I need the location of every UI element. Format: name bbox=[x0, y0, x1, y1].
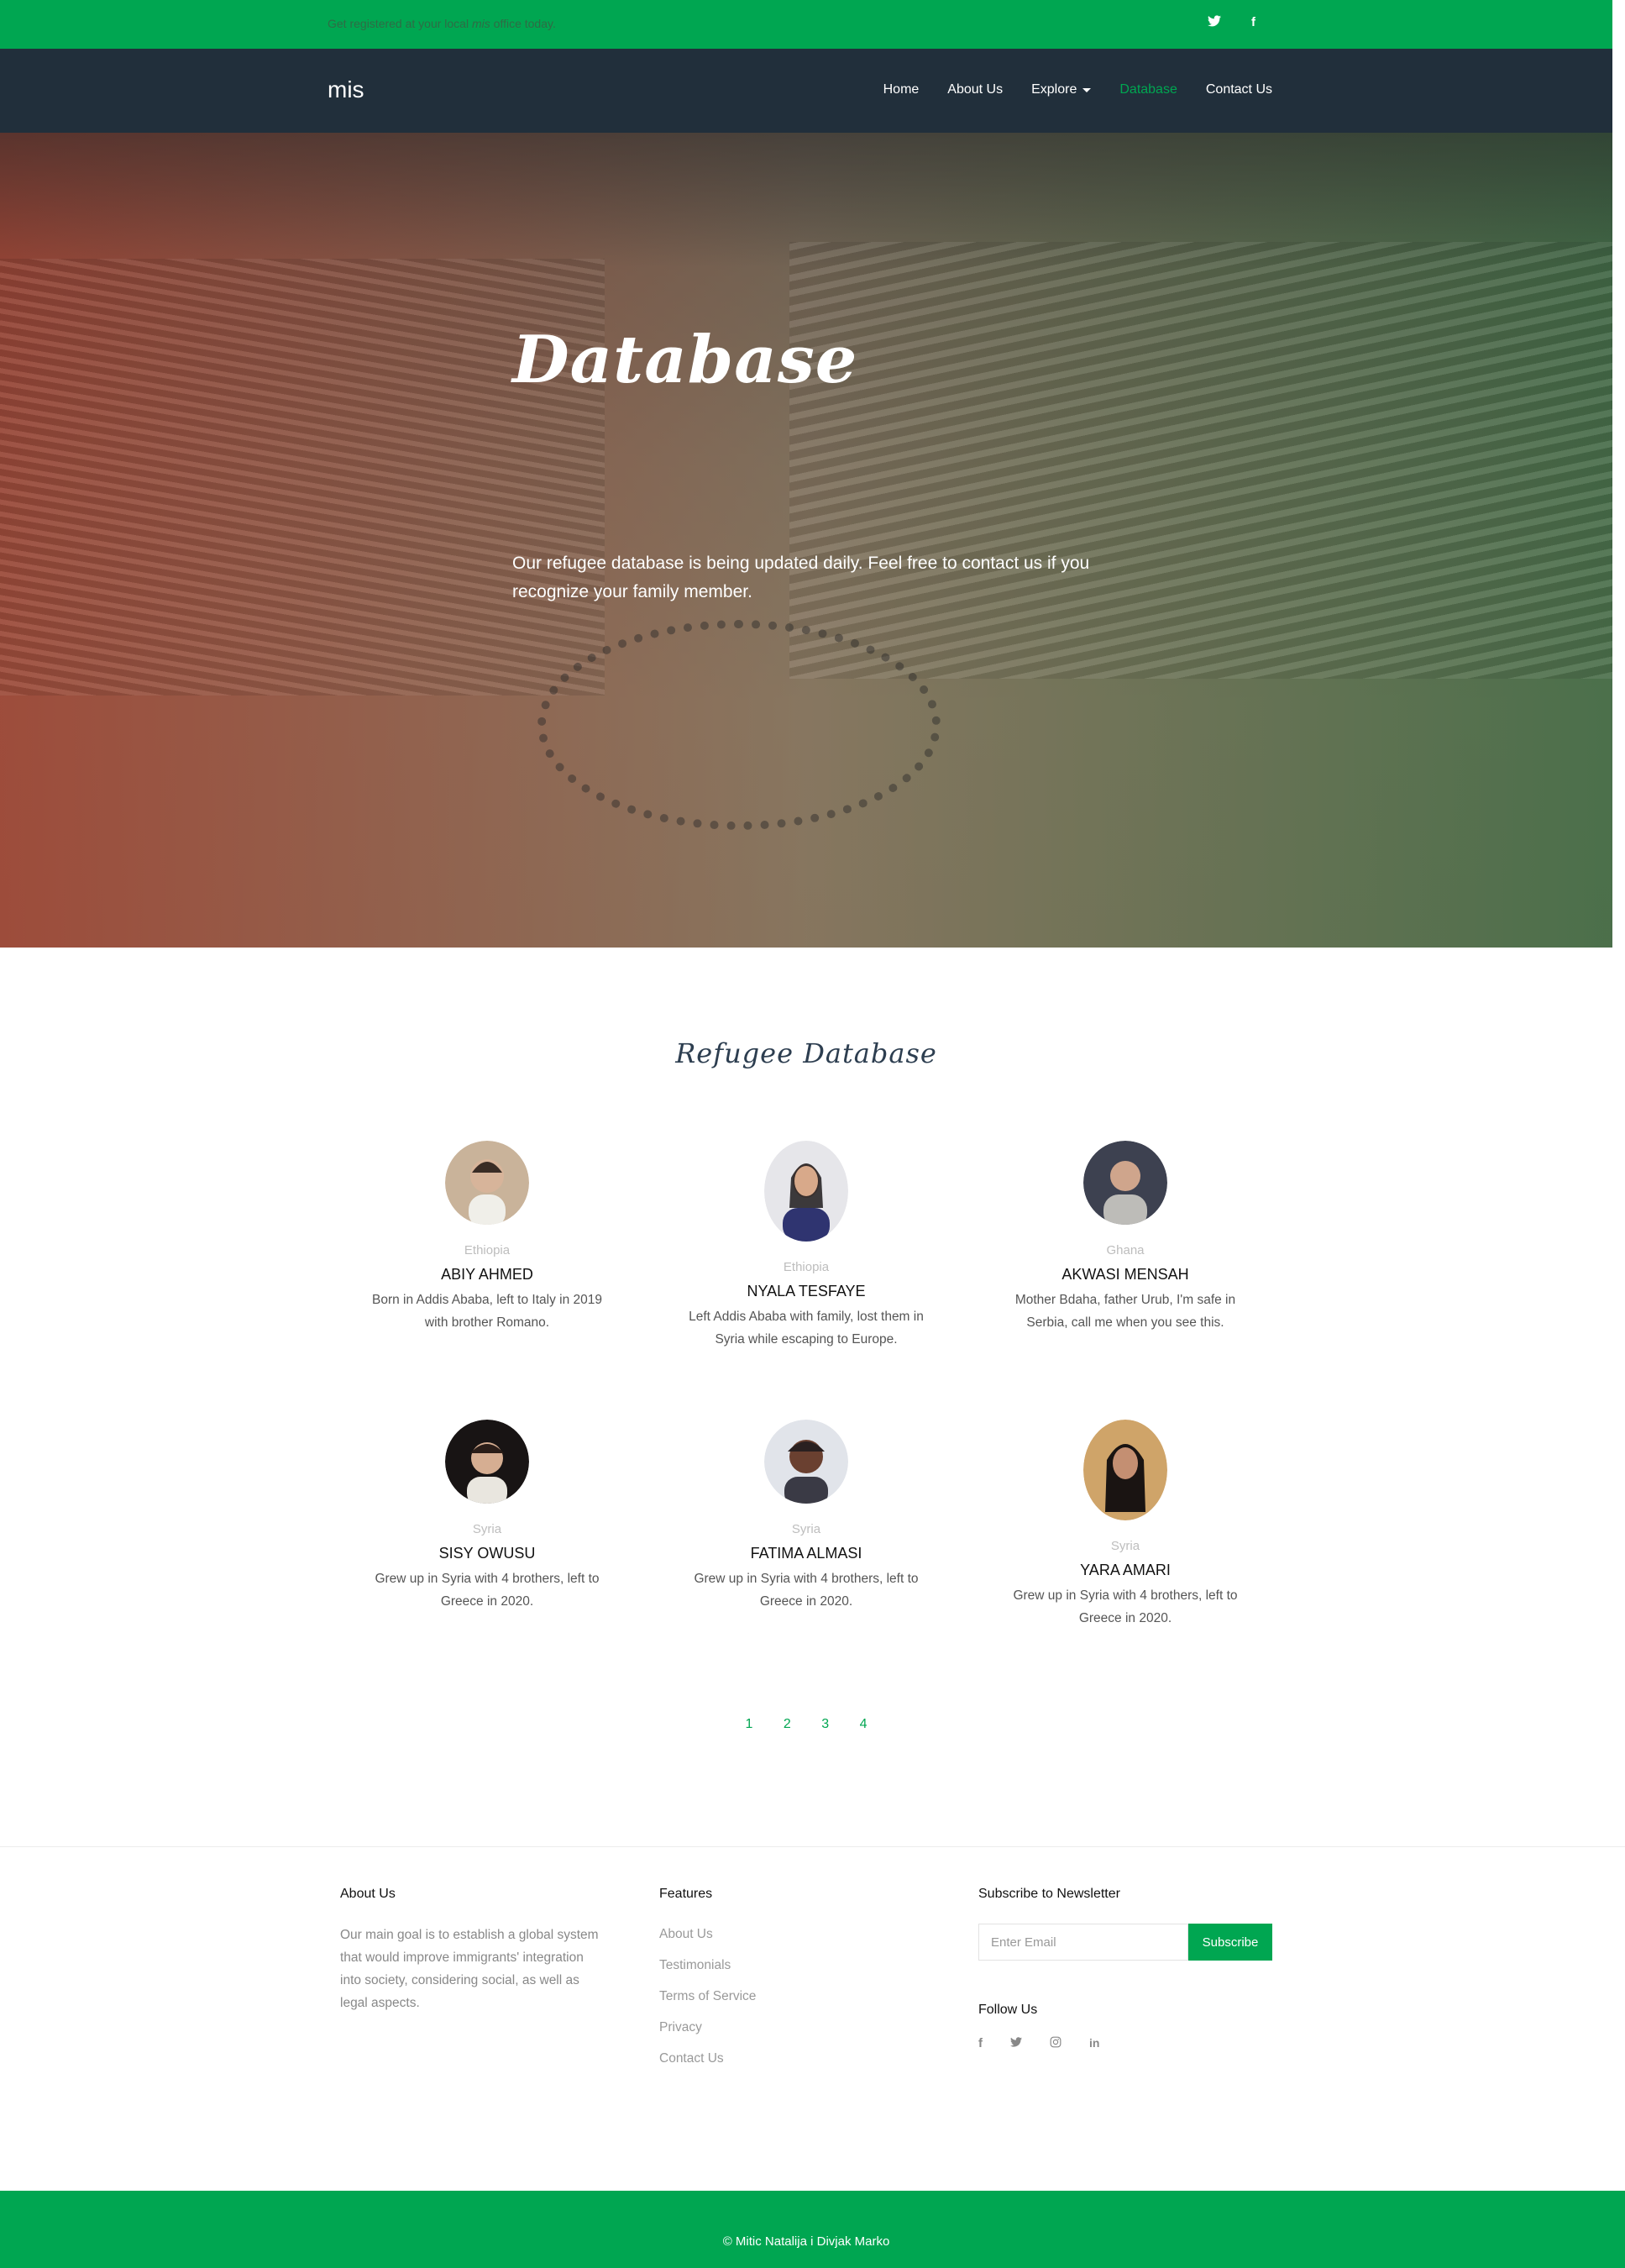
hero-people-circle bbox=[537, 620, 941, 830]
card-name: NYALA TESFAYE bbox=[747, 1283, 866, 1299]
avatar bbox=[1083, 1141, 1167, 1225]
pagination: 1 2 3 4 bbox=[0, 1717, 1612, 1732]
card-description: Grew up in Syria with 4 brothers, left t… bbox=[1013, 1588, 1238, 1625]
footer-about-text: Our main goal is to establish a global s… bbox=[340, 1928, 599, 2010]
follow-icons: f in bbox=[978, 2036, 1272, 2051]
card-description: Grew up in Syria with 4 brothers, left t… bbox=[375, 1572, 600, 1609]
page-link-2[interactable]: 2 bbox=[784, 1717, 791, 1732]
nav-database[interactable]: Database bbox=[1119, 82, 1177, 97]
footer-link-terms[interactable]: Terms of Service bbox=[659, 1981, 756, 2012]
card-name: FATIMA ALMASI bbox=[750, 1545, 862, 1562]
page-link-3[interactable]: 3 bbox=[821, 1717, 829, 1732]
avatar bbox=[445, 1141, 529, 1225]
nav-home[interactable]: Home bbox=[883, 82, 920, 97]
navbar: mis Home About Us Explore Database Conta… bbox=[0, 49, 1612, 133]
avatar bbox=[764, 1141, 848, 1242]
footer-features-links: About Us Testimonials Terms of Service P… bbox=[659, 1919, 756, 2074]
hero-banner bbox=[0, 133, 1612, 948]
facebook-icon[interactable]: f bbox=[1251, 15, 1255, 29]
page-link-4[interactable]: 4 bbox=[860, 1717, 868, 1732]
notice-suffix: office today. bbox=[490, 17, 556, 30]
site-logo[interactable]: mis bbox=[328, 76, 364, 103]
refugee-card[interactable]: Ethiopia ABIY AHMED Born in Addis Ababa,… bbox=[328, 1141, 647, 1334]
subscribe-button[interactable]: Subscribe bbox=[1188, 1924, 1272, 1961]
refugee-card[interactable]: Syria FATIMA ALMASI Grew up in Syria wit… bbox=[647, 1420, 966, 1613]
nav-about-us[interactable]: About Us bbox=[947, 82, 1003, 97]
footer-about: About Us Our main goal is to establish a… bbox=[340, 1887, 600, 2014]
registration-notice: Get registered at your local mis office … bbox=[328, 17, 556, 30]
card-description: Grew up in Syria with 4 brothers, left t… bbox=[694, 1572, 919, 1609]
card-name: SISY OWUSU bbox=[438, 1545, 536, 1562]
refugee-card[interactable]: Ethiopia NYALA TESFAYE Left Addis Ababa … bbox=[647, 1141, 966, 1351]
twitter-icon[interactable] bbox=[1010, 2036, 1022, 2051]
card-country: Syria bbox=[472, 1522, 502, 1536]
follow-us: Follow Us f in bbox=[978, 2003, 1272, 2051]
footer-divider bbox=[0, 1846, 1625, 1847]
card-name: AKWASI MENSAH bbox=[1061, 1266, 1189, 1283]
footer-features-title: Features bbox=[659, 1887, 713, 1901]
copyright: © Mitic Natalija i Divjak Marko bbox=[722, 2234, 890, 2249]
footer-about-title: About Us bbox=[340, 1887, 396, 1901]
card-name: ABIY AHMED bbox=[441, 1266, 533, 1283]
card-country: Ethiopia bbox=[464, 1243, 511, 1257]
newsletter-form: Subscribe bbox=[978, 1924, 1272, 1961]
card-country: Ghana bbox=[1106, 1243, 1145, 1257]
footer-newsletter: Subscribe to Newsletter Subscribe Follow… bbox=[978, 1887, 1272, 2051]
newsletter-title: Subscribe to Newsletter bbox=[978, 1887, 1120, 1901]
card-description: Left Addis Ababa with family, lost them … bbox=[689, 1310, 924, 1347]
nav-explore-label: Explore bbox=[1031, 82, 1077, 97]
nav-contact-us[interactable]: Contact Us bbox=[1206, 82, 1272, 97]
email-field[interactable] bbox=[978, 1924, 1188, 1961]
card-country: Syria bbox=[1110, 1539, 1140, 1553]
footer-link-contact-us[interactable]: Contact Us bbox=[659, 2043, 756, 2074]
avatar bbox=[445, 1420, 529, 1504]
notice-prefix: Get registered at your local bbox=[328, 17, 472, 30]
facebook-icon[interactable]: f bbox=[978, 2036, 983, 2051]
nav-explore-dropdown[interactable]: Explore bbox=[1031, 82, 1092, 97]
refugee-card[interactable]: Syria SISY OWUSU Grew up in Syria with 4… bbox=[328, 1420, 647, 1613]
follow-us-title: Follow Us bbox=[978, 2003, 1038, 2017]
caret-down-icon bbox=[1082, 87, 1092, 92]
refugee-card[interactable]: Ghana AKWASI MENSAH Mother Bdaha, father… bbox=[966, 1141, 1285, 1334]
avatar bbox=[1083, 1420, 1167, 1520]
footer-link-testimonials[interactable]: Testimonials bbox=[659, 1950, 756, 1981]
card-name: YARA AMARI bbox=[1080, 1562, 1171, 1578]
main-nav: Home About Us Explore Database Contact U… bbox=[883, 82, 1272, 97]
avatar bbox=[764, 1420, 848, 1504]
instagram-icon[interactable] bbox=[1050, 2036, 1061, 2051]
footer-link-about-us[interactable]: About Us bbox=[659, 1919, 756, 1950]
notice-brand: mis bbox=[471, 17, 490, 30]
card-description: Mother Bdaha, father Urub, I'm safe in S… bbox=[1014, 1293, 1236, 1330]
hero-title: Database bbox=[512, 322, 858, 398]
twitter-icon[interactable] bbox=[1208, 15, 1221, 30]
footer-link-privacy[interactable]: Privacy bbox=[659, 2012, 756, 2043]
linkedin-icon[interactable]: in bbox=[1089, 2036, 1099, 2051]
top-bar: Get registered at your local mis office … bbox=[0, 0, 1612, 49]
hero-camp-right bbox=[789, 242, 1612, 679]
footer-bottom-bar bbox=[0, 2191, 1625, 2268]
card-description: Born in Addis Ababa, left to Italy in 20… bbox=[371, 1293, 603, 1330]
page-link-1[interactable]: 1 bbox=[746, 1717, 753, 1732]
footer-features: Features About Us Testimonials Terms of … bbox=[659, 1887, 756, 2074]
hero-subtitle: Our refugee database is being updated da… bbox=[512, 554, 1090, 601]
card-country: Syria bbox=[791, 1522, 821, 1536]
card-country: Ethiopia bbox=[783, 1260, 830, 1274]
section-title: Refugee Database bbox=[675, 1037, 937, 1069]
refugee-card[interactable]: Syria YARA AMARI Grew up in Syria with 4… bbox=[966, 1420, 1285, 1630]
